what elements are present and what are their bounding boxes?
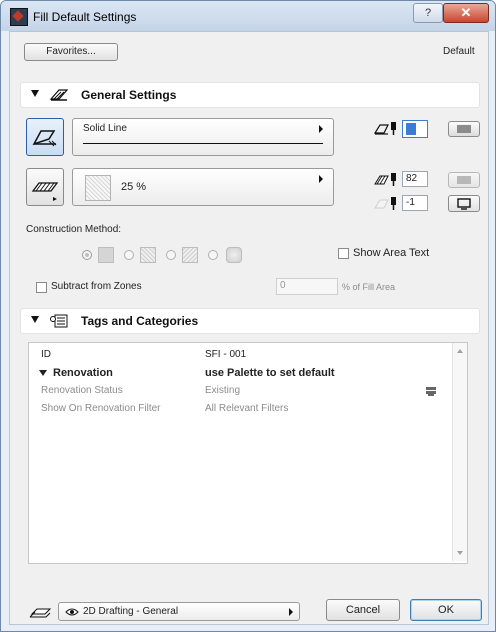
tags-table: ID SFI - 001 Renovation use Palette to s…	[28, 342, 468, 564]
solid-line-preview	[83, 143, 323, 144]
background-pen-button[interactable]	[448, 195, 480, 212]
collapse-triangle-icon[interactable]	[31, 90, 39, 97]
row-name: Show On Renovation Filter	[41, 403, 161, 414]
construction-method-radio-2[interactable]	[124, 250, 134, 260]
show-area-text-checkbox[interactable]	[338, 248, 349, 259]
row-name: Renovation Status	[41, 385, 123, 396]
subtract-from-zones-label: Subtract from Zones	[51, 281, 142, 292]
show-area-text-label: Show Area Text	[353, 247, 430, 259]
fill-area-field[interactable]: 0	[276, 278, 338, 295]
solid-fill-icon	[98, 247, 114, 263]
popup-arrow-icon	[289, 608, 293, 616]
hatch-fill-icon	[140, 247, 156, 263]
construction-method-radio-4[interactable]	[208, 250, 218, 260]
ok-button[interactable]: OK	[410, 599, 482, 621]
background-pen-field[interactable]: -1	[402, 195, 428, 211]
fill-contour-icon	[32, 130, 57, 147]
row-value: SFI - 001	[205, 349, 247, 360]
tags-icon	[50, 314, 68, 328]
hatch-pattern-icon	[31, 182, 59, 201]
layer-label: 2D Drafting - General	[83, 606, 179, 617]
scroll-up-icon[interactable]	[457, 349, 463, 353]
title-bar[interactable]: Fill Default Settings ? ✕	[1, 1, 495, 31]
fill-pattern-label: 25 %	[121, 181, 147, 193]
popup-arrow-icon	[319, 175, 323, 183]
table-row[interactable]: Renovation use Palette to set default	[29, 365, 453, 382]
line-type-label: Solid Line	[83, 123, 127, 134]
tags-categories-title: Tags and Categories	[81, 314, 199, 328]
table-scrollbar[interactable]	[452, 343, 467, 561]
background-pen-icon	[374, 197, 396, 210]
construction-method-label: Construction Method:	[26, 224, 122, 235]
dialog-window: Fill Default Settings ? ✕ Favorites... D…	[0, 0, 496, 632]
default-label: Default	[443, 46, 475, 57]
row-value: Existing	[205, 385, 241, 396]
contour-pen-selected	[406, 123, 416, 135]
layer-popup[interactable]: 2D Drafting - General	[58, 602, 300, 621]
scroll-down-icon[interactable]	[457, 551, 463, 555]
row-name: Renovation	[53, 367, 113, 379]
window-title: Fill Default Settings	[33, 10, 137, 24]
row-value: All Relevant Filters	[205, 403, 289, 414]
foreground-pen-toggle[interactable]	[448, 172, 480, 188]
line-type-popup[interactable]: Solid Line	[72, 118, 334, 156]
radio-selected-dot	[85, 253, 89, 257]
foreground-pen-icon	[374, 173, 396, 186]
dialog-body: Favorites... Default General Settings So…	[9, 31, 489, 625]
expand-triangle-icon[interactable]	[39, 370, 47, 376]
gradient-fill-icon	[226, 247, 242, 263]
fill-pattern-popup[interactable]: 25 %	[72, 168, 334, 206]
collapse-triangle-icon[interactable]	[31, 316, 39, 323]
close-button[interactable]: ✕	[443, 3, 489, 23]
popup-arrow-icon	[319, 125, 323, 133]
eye-icon	[65, 608, 79, 616]
help-button[interactable]: ?	[413, 3, 443, 23]
table-row[interactable]: Show On Renovation Filter All Relevant F…	[29, 401, 453, 418]
cancel-button[interactable]: Cancel	[326, 599, 400, 621]
general-settings-title: General Settings	[81, 88, 177, 102]
foreground-pen-field[interactable]: 82	[402, 171, 428, 187]
contour-pen-icon	[374, 122, 396, 135]
fill-pattern-icon-button[interactable]	[26, 168, 64, 206]
archicad-app-icon	[10, 8, 28, 26]
general-settings-header[interactable]: General Settings	[20, 82, 480, 108]
row-value: use Palette to set default	[205, 367, 335, 379]
table-row[interactable]: ID SFI - 001	[29, 347, 453, 364]
fill-area-suffix-label: % of Fill Area	[342, 282, 396, 292]
monitor-icon	[457, 198, 471, 210]
favorites-button[interactable]: Favorites...	[24, 43, 118, 61]
table-row[interactable]: Renovation Status Existing	[29, 383, 453, 400]
fill-type-icon-button[interactable]	[26, 118, 64, 156]
layer-icon	[29, 608, 52, 618]
renovation-status-icon	[426, 387, 436, 396]
mixed-fill-icon	[182, 247, 198, 263]
row-name: ID	[41, 349, 51, 360]
fill-pattern-swatch	[85, 175, 111, 201]
fill-settings-icon	[49, 89, 69, 101]
subtract-from-zones-checkbox[interactable]	[36, 282, 47, 293]
contour-pen-toggle[interactable]	[448, 121, 480, 137]
tags-categories-header[interactable]: Tags and Categories	[20, 308, 480, 334]
construction-method-radio-3[interactable]	[166, 250, 176, 260]
